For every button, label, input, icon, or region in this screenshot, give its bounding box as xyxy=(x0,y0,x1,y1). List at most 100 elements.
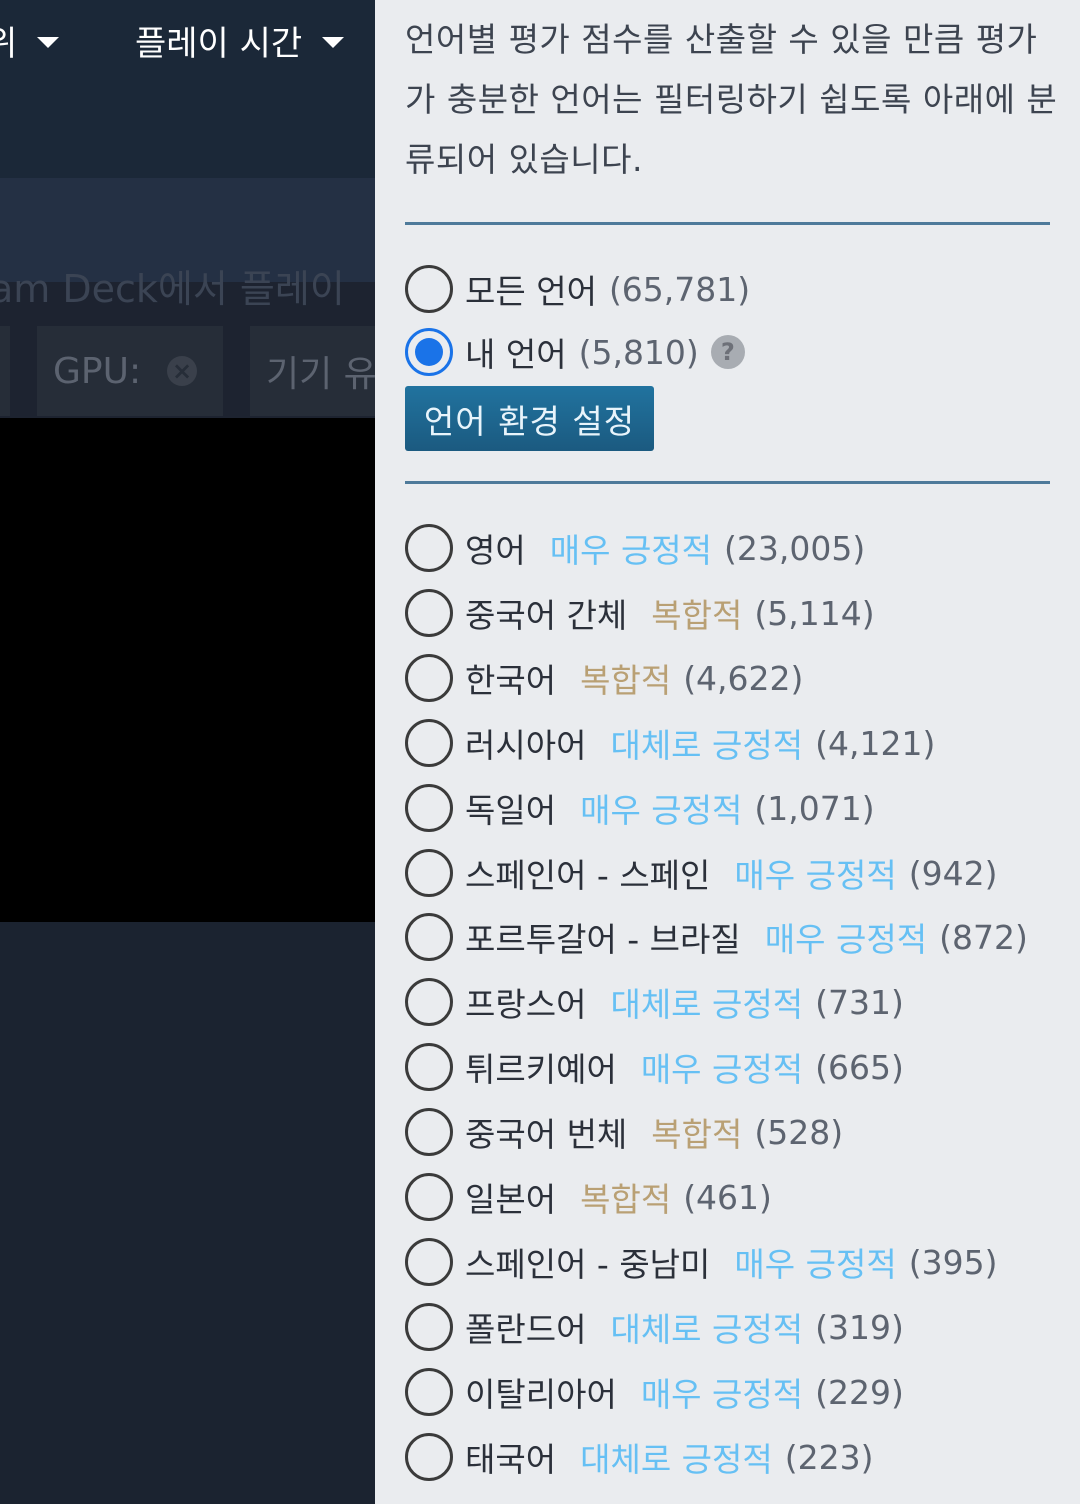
radio-button[interactable] xyxy=(405,913,453,961)
dropdown-playtime-label: 플레이 시간 xyxy=(135,24,303,64)
language-name: 독일어 xyxy=(465,791,557,830)
radio-button[interactable] xyxy=(405,1433,453,1481)
review-rating: 매우 긍정적 xyxy=(640,1050,804,1089)
radio-button[interactable] xyxy=(405,978,453,1026)
review-count: (229) xyxy=(815,1372,904,1412)
radio-button[interactable] xyxy=(405,1238,453,1286)
filter-chip-label: GPU: xyxy=(53,350,142,392)
language-option[interactable]: 한국어 복합적 (4,622) xyxy=(405,652,803,704)
language-name: 태국어 xyxy=(465,1440,557,1479)
language-option[interactable]: 중국어 번체 복합적 (528) xyxy=(405,1106,843,1158)
radio-button[interactable] xyxy=(405,1303,453,1351)
option-my-language[interactable]: 내 언어 (5,810) ? xyxy=(405,326,745,378)
filter-chip-label: 기기 유 xyxy=(266,354,375,395)
language-option[interactable]: 독일어 매우 긍정적 (1,071) xyxy=(405,782,875,834)
review-count: (395) xyxy=(908,1242,998,1282)
radio-all-languages[interactable] xyxy=(405,265,453,313)
review-rating: 복합적 xyxy=(651,1115,743,1154)
language-option[interactable]: 중국어 간체 복합적 (5,114) xyxy=(405,587,875,639)
review-rating: 대체로 긍정적 xyxy=(610,726,804,765)
review-count: (731) xyxy=(815,982,904,1022)
language-name: 일본어 xyxy=(465,1180,557,1219)
review-rating: 매우 긍정적 xyxy=(764,920,928,959)
review-rating: 대체로 긍정적 xyxy=(610,1310,804,1349)
review-rating: 복합적 xyxy=(580,661,672,700)
language-option[interactable]: 영어 매우 긍정적 (23,005) xyxy=(405,522,865,574)
language-name: 폴란드어 xyxy=(465,1310,587,1349)
review-count: (528) xyxy=(754,1112,844,1152)
language-name: 중국어 번체 xyxy=(465,1115,628,1154)
option-label: 내 언어 xyxy=(465,335,567,374)
divider xyxy=(405,481,1050,484)
review-rating: 매우 긍정적 xyxy=(580,791,743,830)
radio-my-language[interactable] xyxy=(405,328,453,376)
language-filter-panel: 언어별 평가 점수를 산출할 수 있을 만큼 평가가 충분한 언어는 필터링하기… xyxy=(375,0,1080,1504)
radio-button[interactable] xyxy=(405,1173,453,1221)
review-rating: 복합적 xyxy=(580,1180,672,1219)
help-icon[interactable]: ? xyxy=(710,335,745,369)
filter-chip[interactable] xyxy=(0,326,10,416)
radio-button[interactable] xyxy=(405,654,453,702)
review-count: (319) xyxy=(815,1307,904,1347)
language-option[interactable]: 러시아어 대체로 긍정적 (4,121) xyxy=(405,717,935,769)
language-option[interactable]: 이탈리아어 매우 긍정적 (229) xyxy=(405,1366,904,1418)
language-name: 스페인어 - 스페인 xyxy=(465,856,711,895)
language-preferences-button[interactable]: 언어 환경 설정 xyxy=(405,386,654,451)
remove-filter-icon[interactable]: × xyxy=(167,356,198,386)
option-all-languages[interactable]: 모든 언어 (65,781) xyxy=(405,263,750,315)
language-option[interactable]: 스페인어 - 중남미 매우 긍정적 (395) xyxy=(405,1236,997,1288)
language-option[interactable]: 포르투갈어 - 브라질 매우 긍정적 (872) xyxy=(405,911,1028,963)
language-name: 포르투갈어 - 브라질 xyxy=(465,920,741,959)
dropdown-left-label: 위 xyxy=(0,24,18,64)
review-rating: 복합적 xyxy=(651,596,743,635)
review-count: (665) xyxy=(815,1047,904,1087)
option-label: 모든 언어 xyxy=(465,272,597,311)
language-option[interactable]: 폴란드어 대체로 긍정적 (319) xyxy=(405,1301,904,1353)
divider xyxy=(405,222,1050,225)
radio-button[interactable] xyxy=(405,784,453,832)
language-option[interactable]: 프랑스어 대체로 긍정적 (731) xyxy=(405,976,904,1028)
radio-button[interactable] xyxy=(405,589,453,637)
radio-button[interactable] xyxy=(405,1108,453,1156)
radio-button[interactable] xyxy=(405,719,453,767)
option-count: (65,781) xyxy=(608,269,751,309)
review-count: (872) xyxy=(939,917,1028,957)
background-page: 위 플레이 시간 am Deck에서 플레이 GPU: × 기기 유 xyxy=(0,0,375,1504)
review-rating: 대체로 긍정적 xyxy=(610,985,804,1024)
review-count: (4,121) xyxy=(815,723,936,763)
review-count: (461) xyxy=(683,1177,772,1217)
reviews-area xyxy=(0,418,375,922)
language-name: 러시아어 xyxy=(465,726,587,765)
radio-button[interactable] xyxy=(405,1368,453,1416)
review-count: (4,622) xyxy=(683,658,804,698)
review-rating: 매우 긍정적 xyxy=(734,1245,897,1284)
review-rating: 매우 긍정적 xyxy=(640,1375,804,1414)
radio-button[interactable] xyxy=(405,849,453,897)
filter-chip-device[interactable]: 기기 유 xyxy=(250,326,375,416)
language-name: 영어 xyxy=(465,531,526,570)
radio-button[interactable] xyxy=(405,1043,453,1091)
language-name: 프랑스어 xyxy=(465,985,587,1024)
filter-chip-gpu[interactable]: GPU: × xyxy=(37,326,223,416)
radio-button[interactable] xyxy=(405,524,453,572)
review-count: (23,005) xyxy=(724,528,866,568)
review-count: (5,114) xyxy=(754,593,875,633)
caret-down-icon xyxy=(322,37,345,48)
language-option[interactable]: 태국어 대체로 긍정적 (223) xyxy=(405,1431,874,1483)
language-option[interactable]: 스페인어 - 스페인 매우 긍정적 (942) xyxy=(405,847,997,899)
language-name: 튀르키예어 xyxy=(465,1050,617,1089)
language-option[interactable]: 일본어 복합적 (461) xyxy=(405,1171,772,1223)
review-rating: 대체로 긍정적 xyxy=(580,1440,773,1479)
language-option[interactable]: 튀르키예어 매우 긍정적 (665) xyxy=(405,1041,904,1093)
steam-deck-filter-text: am Deck에서 플레이 xyxy=(0,267,345,311)
review-count: (942) xyxy=(908,853,998,893)
review-rating: 매우 긍정적 xyxy=(549,531,713,570)
dropdown-left[interactable]: 위 xyxy=(0,16,60,65)
review-count: (1,071) xyxy=(754,788,875,828)
language-name: 한국어 xyxy=(465,661,557,700)
review-rating: 매우 긍정적 xyxy=(734,856,897,895)
review-count: (223) xyxy=(784,1437,874,1477)
language-name: 스페인어 - 중남미 xyxy=(465,1245,711,1284)
language-panel-description: 언어별 평가 점수를 산출할 수 있을 만큼 평가가 충분한 언어는 필터링하기… xyxy=(405,20,1058,179)
dropdown-playtime[interactable]: 플레이 시간 xyxy=(135,16,345,65)
